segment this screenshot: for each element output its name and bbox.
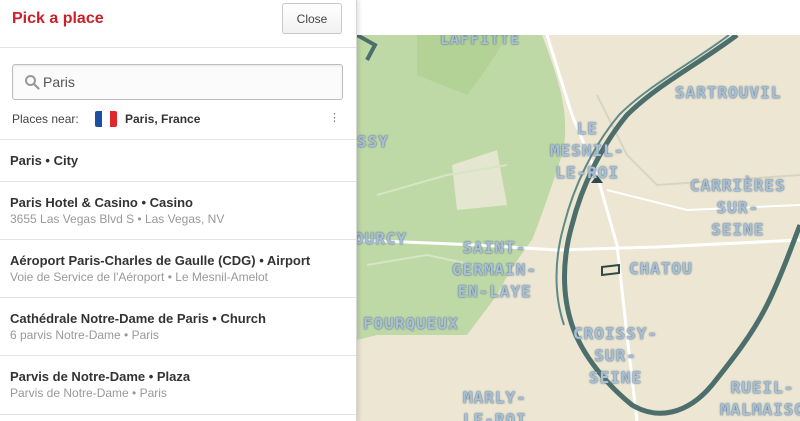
- map-label-chatou: CHATOU: [629, 259, 693, 278]
- map-label-ourcy: OURCY: [357, 229, 408, 248]
- map-label-sartrouville: SARTROUVIL: [675, 83, 782, 102]
- result-item[interactable]: Parvis de Notre-Dame • Plaza Parvis de N…: [0, 355, 356, 415]
- result-subtitle: 6 parvis Notre-Dame • Paris: [10, 328, 159, 342]
- result-title: Cathédrale Notre-Dame de Paris • Church: [10, 311, 266, 326]
- map-top-strip: [357, 0, 800, 35]
- places-near-value[interactable]: Paris, France: [125, 112, 200, 126]
- map-label-fourqueux: FOURQUEUX: [363, 314, 459, 333]
- result-title: Paris • City: [10, 153, 79, 168]
- map-label-carrieres-sur-seine: CARRIÈRES SUR- SEINE: [690, 176, 786, 239]
- result-subtitle: 3655 Las Vegas Blvd S • Las Vegas, NV: [10, 212, 225, 226]
- result-subtitle: Parvis de Notre-Dame • Paris: [10, 386, 167, 400]
- map-label-le-mesnil-le-roi: LE MESNIL- LE-ROI: [550, 119, 625, 182]
- map-view[interactable]: LAFFITTE SARTROUVIL LE MESNIL- LE-ROI CA…: [357, 35, 800, 421]
- result-title: Aéroport Paris-Charles de Gaulle (CDG) •…: [10, 253, 311, 268]
- close-button[interactable]: Close: [282, 3, 342, 34]
- result-item[interactable]: Aéroport Paris-Charles de Gaulle (CDG) •…: [0, 239, 356, 298]
- result-title: Parvis de Notre-Dame • Plaza: [10, 369, 191, 384]
- header-divider: [0, 47, 356, 48]
- search-input[interactable]: [43, 65, 333, 99]
- map-label-marly-le-roi: MARLY- LE-ROI: [463, 388, 527, 421]
- map-label-saint-germain-en-laye: SAINT- GERMAIN- EN-LAYE: [452, 238, 538, 301]
- result-item[interactable]: Cathédrale Notre-Dame de Paris • Church …: [0, 297, 356, 356]
- result-title: Paris Hotel & Casino • Casino: [10, 195, 193, 210]
- result-item[interactable]: Paris • City: [0, 139, 356, 183]
- france-flag-icon: [95, 111, 117, 127]
- result-subtitle: Voie de Service de l'Aéroport • Le Mesni…: [10, 270, 268, 284]
- result-item[interactable]: Paris Hotel & Casino • Casino 3655 Las V…: [0, 181, 356, 240]
- map-label-ssy: SSY: [357, 132, 389, 151]
- map-label-croissy-sur-seine: CROISSY- SUR- SEINE: [573, 324, 659, 387]
- map-label-laffitte: LAFFITTE: [440, 35, 521, 48]
- place-picker-panel: Pick a place Close Places near: Paris, F…: [0, 0, 357, 421]
- places-near-dropdown-icon[interactable]: ⋮: [329, 111, 340, 124]
- places-near-label: Places near:: [12, 112, 79, 126]
- search-box[interactable]: [12, 64, 343, 100]
- search-icon: [25, 75, 40, 90]
- map-label-rueil-malmaison: RUEIL- MALMAISO: [720, 378, 800, 419]
- panel-title: Pick a place: [12, 10, 104, 27]
